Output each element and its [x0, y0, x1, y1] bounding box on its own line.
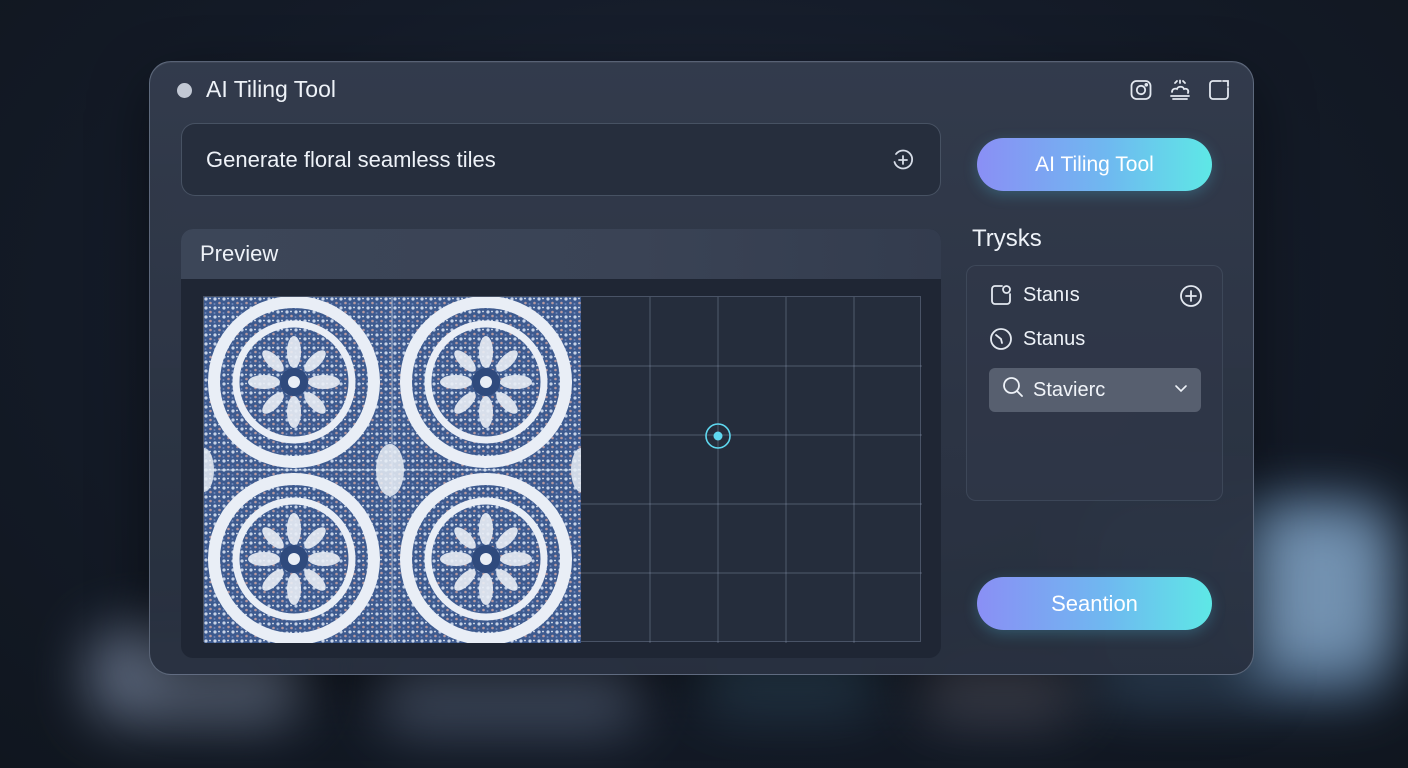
floral-tile-preview: [204, 297, 581, 643]
ai-tiling-tool-button[interactable]: AI Tiling Tool: [977, 138, 1212, 191]
background-blur: [1250, 510, 1390, 670]
instagram-icon[interactable]: [1129, 78, 1153, 102]
add-circle-icon[interactable]: [890, 147, 916, 173]
prompt-text[interactable]: Generate floral seamless tiles: [206, 147, 890, 173]
new-note-icon: [989, 283, 1013, 307]
side-panel-heading: Trysks: [972, 225, 1042, 252]
select-value: Stavierc: [1033, 378, 1106, 401]
window-title: AI Tiling Tool: [206, 76, 336, 102]
window-status-dot: [177, 83, 192, 98]
app-window: AI Tiling Tool Generate floral seamless …: [149, 61, 1254, 675]
preview-header: Preview: [181, 229, 941, 279]
preview-title: Preview: [200, 241, 279, 266]
tile-canvas[interactable]: [203, 296, 922, 643]
side-item-label: Stanıs: [1023, 283, 1080, 306]
chevron-down-icon: [1173, 379, 1189, 402]
seantion-button[interactable]: Seantion: [977, 577, 1212, 630]
canvas-marker[interactable]: [704, 422, 732, 450]
side-item-stanus[interactable]: Stanus: [989, 327, 1085, 351]
cloud-icon[interactable]: [1168, 78, 1192, 102]
search-icon: [1001, 375, 1025, 405]
window-toolbar: [1129, 78, 1231, 102]
preview-panel: Preview: [181, 229, 941, 658]
side-item-stanis[interactable]: Stanıs: [989, 283, 1080, 307]
add-circle-icon[interactable]: [1179, 284, 1203, 308]
search-select[interactable]: Stavierc: [989, 368, 1201, 412]
dial-icon: [989, 327, 1013, 351]
side-item-label: Stanus: [1023, 327, 1086, 350]
prompt-input[interactable]: Generate floral seamless tiles: [181, 123, 941, 196]
new-note-icon[interactable]: [1207, 78, 1231, 102]
side-panel: Stanıs Stanus Stavierc: [966, 265, 1223, 501]
